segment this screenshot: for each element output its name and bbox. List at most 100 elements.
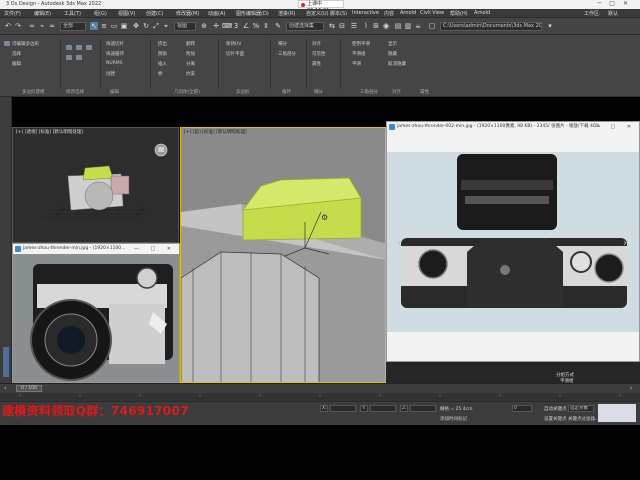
menu-item-civil-view[interactable]: Civil View bbox=[420, 10, 444, 16]
ribbon-editable-poly[interactable]: 可编辑多边形 bbox=[12, 41, 39, 47]
material-editor-icon[interactable]: ◉ bbox=[382, 22, 390, 30]
frame-field[interactable]: 0 bbox=[512, 405, 532, 412]
menu-item-scripting[interactable]: 脚本(S) bbox=[330, 10, 347, 17]
select-manipulate-icon[interactable]: ✛ bbox=[212, 22, 220, 30]
viewport-label[interactable]: [+] [透视] [标准] [默认明暗处理] bbox=[16, 129, 83, 135]
ribbon-use-smooth[interactable]: 使用平滑 bbox=[352, 41, 370, 47]
ribbon-nurms[interactable]: NURMS bbox=[106, 61, 123, 66]
ribbon-constraint[interactable]: 约束 bbox=[186, 71, 195, 77]
ribbon-quickslice[interactable]: 快速切片 bbox=[106, 41, 124, 47]
image-viewer-window-large[interactable]: james-zhou-thrender-002-min.jpg - (1920×… bbox=[386, 121, 640, 362]
menu-item-modifiers[interactable]: 修改器(M) bbox=[176, 10, 199, 17]
ribbon-subdivide[interactable]: 细分 bbox=[278, 41, 287, 47]
path-options-icon[interactable]: ▾ bbox=[546, 22, 554, 30]
keyboard-shortcut-icon[interactable]: ⌨ bbox=[222, 22, 232, 30]
selected-dropdown[interactable]: 选定对象 bbox=[568, 405, 594, 412]
ribbon-detach[interactable]: 分离 bbox=[186, 61, 195, 67]
rect-selection-icon[interactable]: ▭ bbox=[110, 22, 118, 30]
menu-item-animation[interactable]: 动画(A) bbox=[208, 10, 225, 17]
window-controls[interactable]: — □ ✕ bbox=[134, 244, 176, 254]
menu-item-arnold-2[interactable]: Arnold bbox=[474, 10, 490, 16]
render-setup-icon[interactable]: ▤ bbox=[394, 22, 402, 30]
image-viewer-title-bar[interactable]: james-zhou-thrender-min.jpg - (1920×1100… bbox=[13, 244, 179, 254]
redo-icon[interactable]: ↷ bbox=[14, 22, 22, 30]
select-object-icon[interactable]: ↖ bbox=[90, 22, 98, 30]
ribbon-extrude[interactable]: 挤出 bbox=[158, 41, 167, 47]
ribbon-unhide[interactable]: 取消隐藏 bbox=[388, 61, 406, 67]
edit-named-sel-icon[interactable]: ✎ bbox=[274, 22, 282, 30]
ribbon-triangulate[interactable]: 三角剖分 bbox=[278, 51, 296, 57]
ribbon-quickloop[interactable]: 快速循环 bbox=[106, 51, 124, 57]
window-controls[interactable]: ─□✕ bbox=[598, 0, 636, 7]
key-filters-button[interactable]: 关键点过滤器... bbox=[568, 416, 599, 422]
next-frame-icon[interactable]: › bbox=[630, 385, 632, 392]
vertex-icon[interactable] bbox=[66, 45, 72, 50]
viewport-nav-panel[interactable] bbox=[598, 404, 636, 422]
menu-item-view[interactable]: 视图(V) bbox=[118, 10, 135, 17]
set-key-button[interactable]: 设置关键点 bbox=[544, 416, 567, 422]
workspace-value[interactable]: 默认 bbox=[608, 10, 618, 17]
selection-filter-dropdown[interactable]: 全部 bbox=[60, 22, 86, 31]
menu-item-help[interactable]: 帮助(H) bbox=[450, 10, 468, 17]
auto-key-button[interactable]: 自动关键点 bbox=[544, 406, 567, 412]
ribbon-attach[interactable]: 附加 bbox=[186, 51, 195, 57]
link-icon[interactable]: ∞ bbox=[28, 22, 36, 30]
image-viewer-title-bar[interactable]: james-zhou-thrender-002-min.jpg - (1920×… bbox=[387, 122, 639, 132]
ribbon-smooth[interactable]: 平滑 bbox=[352, 61, 361, 67]
ribbon-align[interactable]: 对齐 bbox=[312, 41, 321, 47]
undo-icon[interactable]: ↶ bbox=[4, 22, 12, 30]
prev-frame-icon[interactable]: ‹ bbox=[4, 385, 6, 392]
ribbon-display[interactable]: 显示 bbox=[388, 41, 397, 47]
named-selection-dropdown[interactable]: 创建选择集 bbox=[286, 22, 324, 31]
project-folder-icon[interactable]: ▢ bbox=[428, 22, 436, 30]
bind-space-warp-icon[interactable]: ≈ bbox=[48, 22, 56, 30]
window-crossing-icon[interactable]: ▣ bbox=[120, 22, 128, 30]
coord-y-field[interactable] bbox=[370, 405, 396, 412]
percent-snap-icon[interactable]: % bbox=[252, 22, 260, 30]
menu-item-rendering[interactable]: 渲染(R) bbox=[278, 10, 295, 17]
angle-snap-icon[interactable]: ∠ bbox=[242, 22, 250, 30]
move-icon[interactable]: ✥ bbox=[132, 22, 140, 30]
scene-explorer-tab[interactable] bbox=[3, 347, 9, 377]
schematic-view-icon[interactable]: ⊞ bbox=[372, 22, 380, 30]
ribbon-select[interactable]: 选择 bbox=[12, 51, 21, 57]
select-by-name-icon[interactable]: ≡ bbox=[100, 22, 108, 30]
spinner-snap-icon[interactable]: ⇕ bbox=[262, 22, 270, 30]
next-image-icon[interactable]: › bbox=[623, 238, 627, 249]
prev-image-icon[interactable]: ‹ bbox=[397, 238, 401, 249]
add-time-tag-button[interactable]: 添加时间标记 bbox=[440, 416, 467, 422]
ribbon-slice-plane[interactable]: 切片平面 bbox=[226, 51, 244, 57]
coord-z-field[interactable] bbox=[410, 405, 436, 412]
ribbon-edit[interactable]: 编辑 bbox=[12, 61, 21, 67]
align-icon[interactable]: ⊟ bbox=[338, 22, 346, 30]
ribbon-bridge[interactable]: 桥 bbox=[158, 71, 163, 77]
polygon-icon[interactable] bbox=[66, 55, 72, 60]
viewport-label[interactable]: [+] [前] [标准] [默认明暗处理] bbox=[184, 129, 247, 135]
project-path-field[interactable]: C:\Users\admin\Documents\3ds Max 2022 bbox=[440, 22, 542, 31]
menu-item-create[interactable]: 创建(C) bbox=[146, 10, 163, 17]
time-slider[interactable]: 0 / 100 ‹ › bbox=[0, 383, 640, 393]
track-bar[interactable] bbox=[0, 393, 640, 401]
viewport-front[interactable]: [+] [前] [标准] [默认明暗处理] ⚙ bbox=[180, 127, 386, 383]
ribbon-bevel[interactable]: 倒角 bbox=[158, 51, 167, 57]
menu-item-customize[interactable]: 自定义(U) bbox=[306, 10, 329, 17]
render-icon[interactable]: ☕ bbox=[414, 22, 422, 30]
menu-item-group[interactable]: 组(G) bbox=[94, 10, 107, 17]
render-frame-icon[interactable]: ▥ bbox=[404, 22, 412, 30]
menu-item-interactive[interactable]: Interactive bbox=[352, 10, 379, 16]
border-icon[interactable] bbox=[86, 45, 92, 50]
rotate-icon[interactable]: ↻ bbox=[142, 22, 150, 30]
snap-3d-icon[interactable]: 3 bbox=[232, 22, 240, 30]
viewport-perspective[interactable]: [+] [透视] [标准] [默认明暗处理] bbox=[12, 127, 179, 243]
mirror-icon[interactable]: ⇆ bbox=[328, 22, 336, 30]
ribbon-hide[interactable]: 隐藏 bbox=[388, 51, 397, 57]
ribbon-smoothing-groups[interactable]: 平滑组 bbox=[352, 51, 366, 57]
menu-item-file[interactable]: 文件(F) bbox=[4, 10, 21, 17]
place-icon[interactable]: ⌖ bbox=[162, 22, 170, 30]
ribbon-preserve-uv[interactable]: 保持UV bbox=[226, 41, 241, 47]
menu-item-arnold[interactable]: Arnold bbox=[400, 10, 416, 16]
coord-x-field[interactable] bbox=[330, 405, 356, 412]
menu-item-content[interactable]: 内容 bbox=[384, 10, 394, 17]
ribbon-flip[interactable]: 翻转 bbox=[186, 41, 195, 47]
ribbon-visibility[interactable]: 可见性 bbox=[312, 51, 326, 57]
